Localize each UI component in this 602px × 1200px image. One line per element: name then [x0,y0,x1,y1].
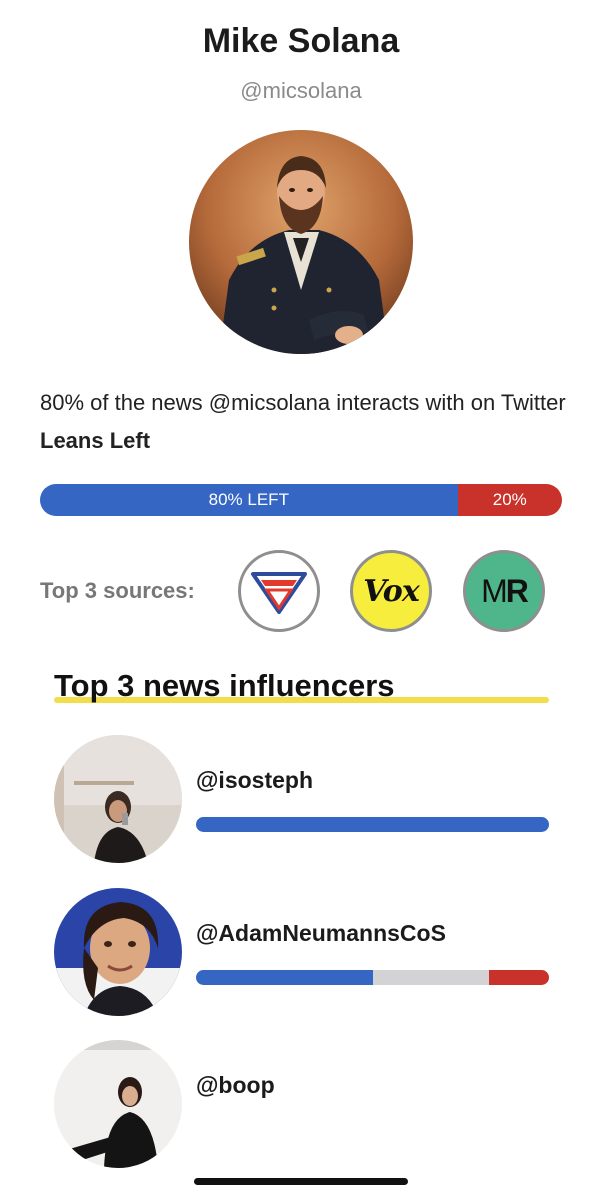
profile-avatar [189,130,413,354]
mr-logo-text: MR [481,572,529,610]
lean-bar-right: 20% [457,484,562,516]
lean-bar: 80% LEFT 20% [40,484,562,516]
influencer-item[interactable]: @isosteph [54,735,554,865]
source-verge[interactable] [238,550,320,632]
sources-label: Top 3 sources: [40,578,195,603]
lean-segment-left [196,970,373,985]
lean-segment-right [488,970,549,985]
influencer-avatar [54,888,182,1016]
influencer-lean-bar [196,817,549,832]
lean-segment-left [196,817,549,832]
vox-logo-text: Vox [363,573,419,609]
influencer-lean-bar [196,970,549,985]
profile-name: Mike Solana [202,22,400,60]
avatar-photo [54,1040,182,1168]
influencer-handle[interactable]: @isosteph [196,767,313,794]
avatar-photo [54,735,182,863]
influencer-avatar [54,1040,182,1168]
profile-handle[interactable]: @micsolana [0,78,602,104]
influencers-title: Top 3 news influencers [54,668,395,703]
source-vox[interactable]: Vox [350,550,432,632]
summary-text: 80% of the news @micsolana interacts wit… [40,390,566,415]
mr-logo-r: R [505,572,529,609]
avatar-photo [54,888,182,1016]
summary-lean-label: Leans Left [40,428,151,453]
portrait-image [189,130,413,354]
influencer-item[interactable]: @boop [54,1040,554,1170]
influencer-item[interactable]: @AdamNeumannsCoS [54,888,554,1018]
mr-logo-m: M [481,572,508,609]
influencer-handle[interactable]: @boop [196,1072,275,1099]
home-indicator[interactable] [194,1178,408,1185]
lean-bar-left: 80% LEFT [40,484,458,516]
source-marginal-revolution[interactable]: MR [463,550,545,632]
influencer-avatar [54,735,182,863]
lean-summary: 80% of the news @micsolana interacts wit… [40,384,570,460]
verge-logo-icon [251,572,307,614]
lean-segment-center [372,970,489,985]
influencer-handle[interactable]: @AdamNeumannsCoS [196,920,446,947]
